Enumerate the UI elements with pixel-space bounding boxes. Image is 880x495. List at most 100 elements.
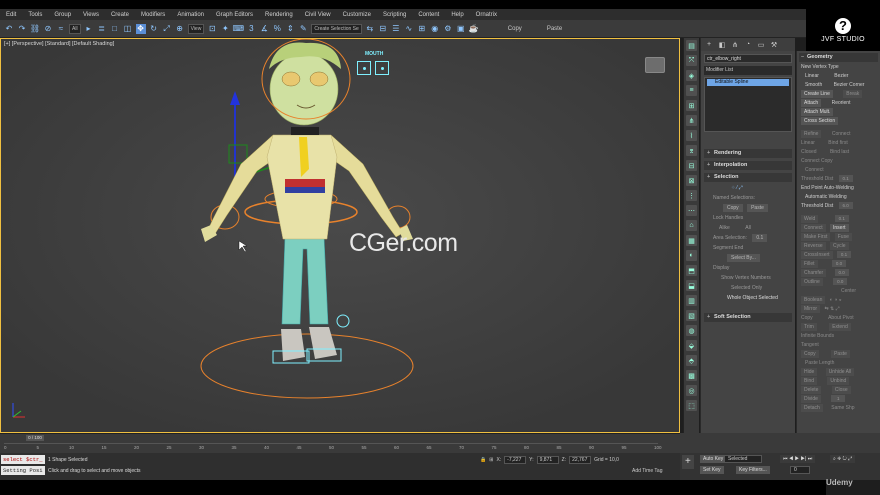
select-manipulate-icon[interactable]: ✦ <box>220 24 230 34</box>
weld-button[interactable]: Weld <box>801 215 819 223</box>
named-copy-button[interactable]: Copy <box>723 204 743 212</box>
viewcube-icon[interactable] <box>645 57 665 73</box>
maxscript-listener-line2[interactable]: Setting Posi <box>1 466 45 475</box>
layer-explorer-icon[interactable]: ☰ <box>391 24 401 34</box>
crossinsert-field[interactable]: 0.1 <box>836 251 851 258</box>
tool-icon-7[interactable]: ⊠ <box>686 175 697 186</box>
crossinsert-button[interactable]: CrossInsert <box>801 251 833 259</box>
connect-button[interactable]: Connect <box>801 224 826 232</box>
motion-tab-icon[interactable]: ◔ <box>743 40 753 50</box>
tool-icon-15[interactable]: ▥ <box>686 295 697 306</box>
undo-icon[interactable]: ↶ <box>4 24 14 34</box>
window-crossing-icon[interactable]: ◫ <box>123 24 133 34</box>
boolean-button[interactable]: Boolean <box>801 296 826 304</box>
playback-controls-icon[interactable]: ⏮ ◀ ▶ ▶| ⏭ <box>780 455 816 463</box>
object-name-field[interactable]: ctr_elbow_right <box>704 54 792 63</box>
maxscript-listener-line1[interactable]: select $ctr_ <box>1 455 45 464</box>
boolean-union-icon[interactable]: ◐ ◑ ◒ <box>830 297 842 303</box>
reorient-checkbox[interactable]: Reorient <box>832 100 851 106</box>
place-icon[interactable]: ⊕ <box>175 24 185 34</box>
insert-button[interactable]: Insert <box>830 224 849 232</box>
perspective-viewport[interactable]: [+] [Perspective] [Standard] [Default Sh… <box>0 38 680 433</box>
segment-end-checkbox[interactable]: Segment End <box>713 244 792 252</box>
smooth-radio[interactable]: Smooth <box>805 82 822 88</box>
break-button[interactable]: Break <box>843 90 863 98</box>
show-vertex-numbers-checkbox[interactable]: Show Vertex Numbers <box>721 274 792 282</box>
close-button[interactable]: Close <box>831 386 851 394</box>
bezier-radio[interactable]: Bezier <box>834 73 848 79</box>
attach-mult-button[interactable]: Attach Mult. <box>801 108 834 116</box>
menu-ornatrix[interactable]: Ornatrix <box>470 12 503 18</box>
tool-icon-17[interactable]: ◍ <box>686 325 697 336</box>
tool-icon-2[interactable]: ⊞ <box>686 100 697 111</box>
track-bar[interactable]: 0 5 10 15 20 25 30 35 40 45 50 55 60 65 70 75 80 85 90 95 10… <box>4 443 662 453</box>
viewport-label[interactable]: [+] [Perspective] [Standard] [Default Sh… <box>4 41 114 47</box>
menu-customize[interactable]: Customize <box>337 12 377 18</box>
mirror-button[interactable]: Mirror <box>801 305 821 313</box>
chamfer-button[interactable]: Chamfer <box>801 269 827 277</box>
mirror-icon[interactable]: ⇆ <box>365 24 375 34</box>
linear-radio[interactable]: Linear <box>805 73 819 79</box>
menu-create[interactable]: Create <box>105 12 135 18</box>
divide-button[interactable]: Divide <box>801 395 821 403</box>
angle-snap-icon[interactable]: ∡ <box>259 24 269 34</box>
percent-snap-icon[interactable]: % <box>272 24 282 34</box>
mouth-control-right[interactable] <box>375 61 389 75</box>
menu-civil-view[interactable]: Civil View <box>299 12 337 18</box>
connect-checkbox[interactable]: Connect <box>832 131 851 137</box>
selection-filter-dropdown[interactable]: All <box>69 23 81 34</box>
y-coordinate-field[interactable]: 9,871 <box>536 456 559 464</box>
tool-icon-22[interactable]: ⬚ <box>686 400 697 411</box>
make-first-button[interactable]: Make First <box>801 233 831 241</box>
unlink-icon[interactable]: ⊘ <box>43 24 53 34</box>
align-icon[interactable]: ⊟ <box>378 24 388 34</box>
timeline[interactable]: 0 / 100 0 5 10 15 20 25 30 35 40 45 50 55 60 65 70 75 80… <box>0 433 680 453</box>
tool-icon-9[interactable]: ⋯ <box>686 205 697 216</box>
closed-checkbox[interactable]: Closed <box>801 149 817 155</box>
menu-group[interactable]: Group <box>48 12 77 18</box>
alike-radio[interactable]: Alike <box>719 225 730 231</box>
current-frame-field[interactable]: 0 <box>790 466 810 474</box>
menu-graph-editors[interactable]: Graph Editors <box>210 12 259 18</box>
menu-edit[interactable]: Edit <box>0 12 22 18</box>
refine-button[interactable]: Refine <box>801 130 822 138</box>
area-selection-checkbox[interactable]: Area Selection: <box>713 235 747 241</box>
set-key-button[interactable]: Set Key <box>700 466 724 474</box>
named-paste-button[interactable]: Paste <box>747 204 768 212</box>
menu-content[interactable]: Content <box>412 12 445 18</box>
snaps-toggle-icon[interactable]: 3 <box>246 24 256 34</box>
time-slider[interactable]: 0 / 100 <box>26 435 44 441</box>
tool-icon-10[interactable]: ⌂ <box>686 220 697 231</box>
render-frame-icon[interactable]: ▣ <box>456 24 466 34</box>
bind-last-checkbox[interactable]: Bind last <box>830 149 849 155</box>
cycle-button[interactable]: Cycle <box>830 242 849 250</box>
linear-checkbox[interactable]: Linear <box>801 140 815 146</box>
z-coordinate-field[interactable]: 22,767 <box>569 456 592 464</box>
geometry-rollout[interactable]: Geometry <box>799 53 878 62</box>
x-coordinate-field[interactable]: -7,227 <box>504 456 527 464</box>
create-tab-icon[interactable]: + <box>704 40 714 50</box>
viewport-nav-icon[interactable]: ⌕ ✥ ↻ ⤢ <box>830 455 856 463</box>
mirror-copy-checkbox[interactable]: Copy <box>801 315 813 321</box>
tool-icon-14[interactable]: ⬓ <box>686 280 697 291</box>
mirror-axis-icon[interactable]: ⇆ ⇅ ⤢ <box>824 306 839 312</box>
material-editor-icon[interactable]: ◉ <box>430 24 440 34</box>
tool-icon-18[interactable]: ⬙ <box>686 340 697 351</box>
spinner-snap-icon[interactable]: ⇕ <box>285 24 295 34</box>
menu-help[interactable]: Help <box>445 12 469 18</box>
paste-button[interactable]: Paste <box>541 26 568 32</box>
select-move-icon[interactable]: ✥ <box>135 23 146 34</box>
lock-handles-checkbox[interactable]: Lock Handles <box>713 214 792 222</box>
divide-field[interactable]: 1 <box>831 395 846 402</box>
select-rotate-icon[interactable]: ↻ <box>149 24 159 34</box>
utilities-tab-icon[interactable]: ⚒ <box>769 40 779 50</box>
transform-icon[interactable]: ⤧ <box>686 55 697 66</box>
stack-item-editable-spline[interactable]: Editable Spline <box>707 79 789 86</box>
attach-button[interactable]: Attach <box>801 99 822 107</box>
paste-length-checkbox[interactable]: Paste Length <box>805 359 878 367</box>
tool-icon-13[interactable]: ⬒ <box>686 265 697 276</box>
about-pivot-checkbox[interactable]: About Pivot <box>828 315 854 321</box>
connect-copy-checkbox[interactable]: Connect <box>805 166 878 174</box>
delete-button[interactable]: Delete <box>801 386 822 394</box>
menu-views[interactable]: Views <box>77 12 105 18</box>
